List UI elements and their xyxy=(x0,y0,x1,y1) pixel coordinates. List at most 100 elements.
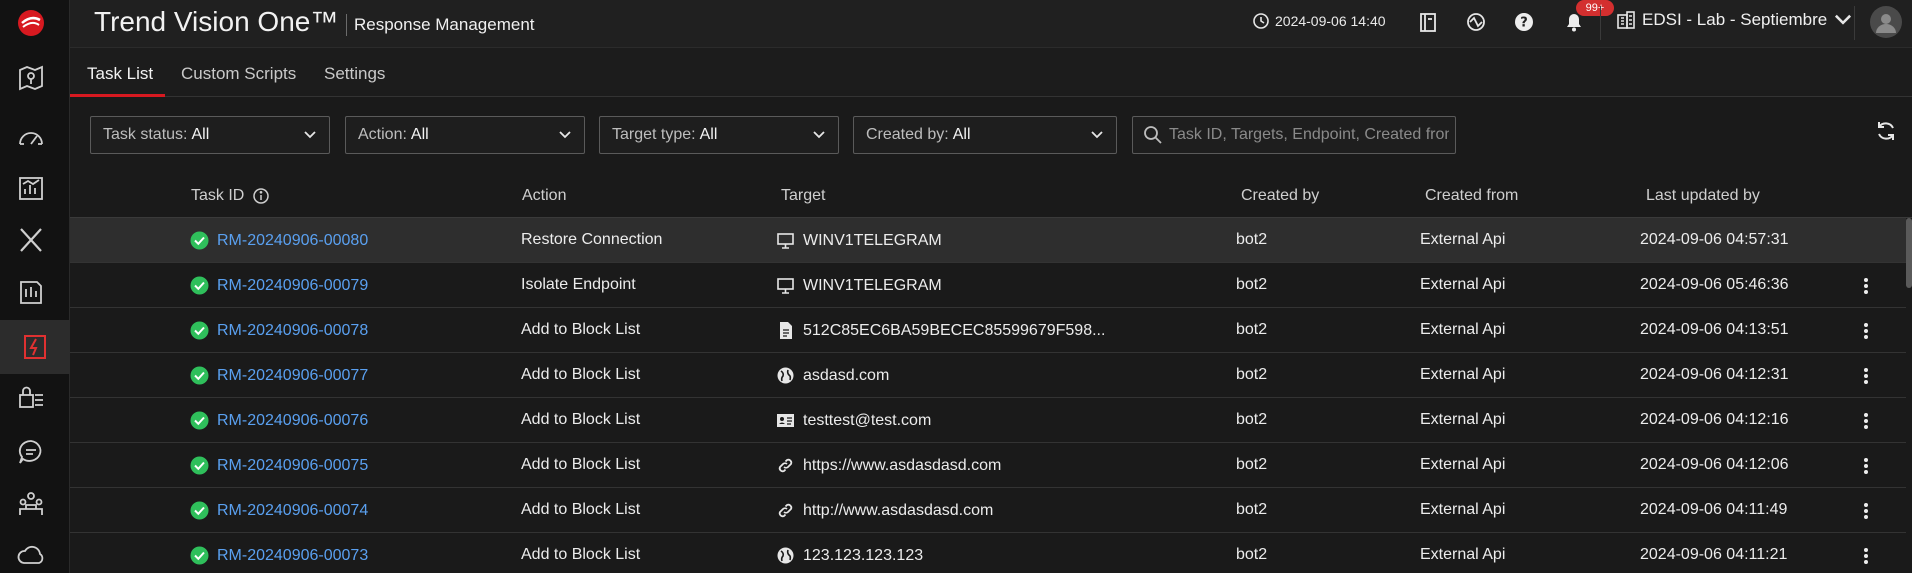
success-check-icon xyxy=(190,231,209,250)
filter-value: All xyxy=(952,126,971,143)
action-cell: Isolate Endpoint xyxy=(521,276,636,293)
column-header-created-by[interactable]: Created by xyxy=(1241,187,1319,205)
companion-ai-icon[interactable] xyxy=(1464,10,1488,34)
task-id-link[interactable]: RM-20240906-00073 xyxy=(217,547,368,565)
more-actions-kebab-icon[interactable] xyxy=(1856,365,1876,387)
target-cell: WINV1TELEGRAM xyxy=(776,276,942,295)
search-box xyxy=(1132,116,1456,154)
created-from-cell: External Api xyxy=(1420,456,1506,473)
dashboard-gauge-icon[interactable] xyxy=(13,120,49,156)
header-datetime: 2024-09-06 14:40 xyxy=(1275,13,1386,29)
search-input[interactable] xyxy=(1169,126,1449,144)
endpoint-icon xyxy=(777,233,794,249)
success-check-icon xyxy=(190,366,209,385)
xdr-x-icon[interactable] xyxy=(13,222,49,258)
created-by-filter[interactable]: Created by: All xyxy=(853,116,1117,154)
globe-icon xyxy=(777,547,794,564)
created-by-cell: bot2 xyxy=(1236,456,1268,473)
success-check-icon xyxy=(190,456,209,475)
task-id-cell: RM-20240906-00076 xyxy=(190,411,368,430)
table-row[interactable]: RM-20240906-00080 Restore Connection WIN… xyxy=(70,218,1908,263)
success-check-icon xyxy=(190,276,209,295)
table-row[interactable]: RM-20240906-00076 Add to Block List test… xyxy=(70,398,1908,443)
table-row[interactable]: RM-20240906-00077 Add to Block List asda… xyxy=(70,353,1908,398)
chat-search-icon[interactable] xyxy=(13,434,49,470)
svg-text:?: ? xyxy=(1520,16,1528,31)
analytics-chart-icon[interactable] xyxy=(13,170,49,206)
refresh-icon[interactable] xyxy=(1874,119,1898,143)
info-icon[interactable] xyxy=(252,187,270,205)
task-id-link[interactable]: RM-20240906-00074 xyxy=(217,502,368,520)
target-cell: asdasd.com xyxy=(776,366,889,385)
column-header-target[interactable]: Target xyxy=(781,187,825,205)
column-header-last-updated-by[interactable]: Last updated by xyxy=(1646,187,1760,205)
more-actions-kebab-icon[interactable] xyxy=(1856,545,1876,567)
help-question-icon[interactable]: ? xyxy=(1512,10,1536,34)
task-id-link[interactable]: RM-20240906-00079 xyxy=(217,277,368,295)
tab-task-list[interactable]: Task List xyxy=(87,64,153,84)
search-icon xyxy=(1144,126,1162,144)
more-actions-kebab-icon[interactable] xyxy=(1856,275,1876,297)
target-type-filter[interactable]: Target type: All xyxy=(599,116,839,154)
more-actions-kebab-icon[interactable] xyxy=(1856,320,1876,342)
created-by-cell: bot2 xyxy=(1236,546,1268,563)
identity-security-icon[interactable] xyxy=(13,380,49,416)
more-actions-kebab-icon[interactable] xyxy=(1856,455,1876,477)
tenant-selector[interactable]: EDSI - Lab - Septiembre xyxy=(1616,10,1853,30)
task-id-link[interactable]: RM-20240906-00077 xyxy=(217,367,368,385)
response-management-icon[interactable] xyxy=(0,320,70,374)
table-scrollbar-thumb[interactable] xyxy=(1906,218,1912,288)
link-icon xyxy=(778,503,793,518)
trend-logo-icon[interactable] xyxy=(14,6,48,40)
table-row[interactable]: RM-20240906-00079 Isolate Endpoint WINV1… xyxy=(70,263,1908,308)
chevron-down-icon xyxy=(559,131,571,139)
last-updated-cell: 2024-09-06 04:12:31 xyxy=(1640,366,1789,383)
tab-custom-scripts[interactable]: Custom Scripts xyxy=(181,64,296,84)
target-value: asdasd.com xyxy=(803,366,890,384)
link-icon xyxy=(778,458,793,473)
building-icon xyxy=(1617,11,1635,29)
table-row[interactable]: RM-20240906-00074 Add to Block List http… xyxy=(70,488,1908,533)
column-header-task-id[interactable]: Task ID xyxy=(191,187,270,205)
workflow-people-icon[interactable] xyxy=(13,486,49,522)
documentation-book-icon[interactable] xyxy=(1416,10,1440,34)
threat-intel-book-icon[interactable] xyxy=(13,274,49,310)
task-status-filter[interactable]: Task status: All xyxy=(90,116,330,154)
globe-icon xyxy=(777,367,794,384)
target-value: https://www.asdasdasd.com xyxy=(803,456,1002,474)
last-updated-cell: 2024-09-06 04:11:21 xyxy=(1640,546,1788,563)
created-by-cell: bot2 xyxy=(1236,411,1268,428)
notification-badge: 99+ xyxy=(1576,0,1614,16)
header-clock[interactable]: 2024-09-06 14:40 xyxy=(1252,12,1386,30)
task-id-link[interactable]: RM-20240906-00078 xyxy=(217,322,368,340)
target-value: testtest@test.com xyxy=(803,411,932,429)
table-row[interactable]: RM-20240906-00078 Add to Block List 512C… xyxy=(70,308,1908,353)
task-id-link[interactable]: RM-20240906-00080 xyxy=(217,232,368,250)
tenant-name: EDSI - Lab - Septiembre xyxy=(1642,10,1828,29)
created-from-cell: External Api xyxy=(1420,411,1506,428)
table-row[interactable]: RM-20240906-00073 Add to Block List 123.… xyxy=(70,533,1908,573)
last-updated-cell: 2024-09-06 04:12:06 xyxy=(1640,456,1789,473)
created-by-cell: bot2 xyxy=(1236,321,1268,338)
tab-settings[interactable]: Settings xyxy=(324,64,385,84)
target-value: WINV1TELEGRAM xyxy=(803,276,942,294)
action-filter[interactable]: Action: All xyxy=(345,116,585,154)
column-header-created-from[interactable]: Created from xyxy=(1425,187,1518,205)
target-cell: testtest@test.com xyxy=(776,411,931,430)
target-value: WINV1TELEGRAM xyxy=(803,231,942,249)
filter-value: All xyxy=(191,126,210,143)
table-row[interactable]: RM-20240906-00075 Add to Block List http… xyxy=(70,443,1908,488)
task-id-cell: RM-20240906-00080 xyxy=(190,231,368,250)
task-id-link[interactable]: RM-20240906-00075 xyxy=(217,457,368,475)
task-id-link[interactable]: RM-20240906-00076 xyxy=(217,412,368,430)
left-nav-rail xyxy=(0,0,70,573)
header-divider xyxy=(1854,6,1855,40)
more-actions-kebab-icon[interactable] xyxy=(1856,410,1876,432)
more-actions-kebab-icon[interactable] xyxy=(1856,500,1876,522)
cloud-security-icon[interactable] xyxy=(13,538,49,573)
map-pin-icon[interactable] xyxy=(13,60,49,96)
column-header-action[interactable]: Action xyxy=(522,187,566,205)
created-by-cell: bot2 xyxy=(1236,501,1268,518)
clock-icon xyxy=(1253,13,1269,29)
user-avatar[interactable] xyxy=(1870,6,1902,38)
